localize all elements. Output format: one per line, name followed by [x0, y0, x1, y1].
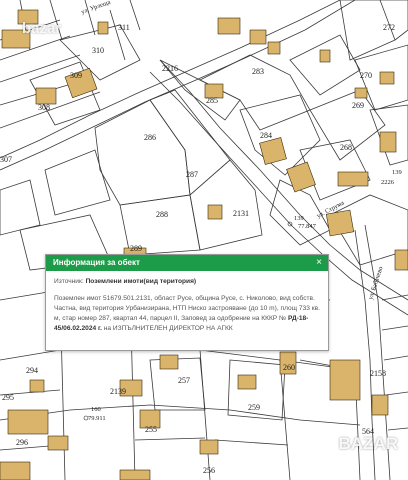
parcel-label: 255 [145, 425, 157, 434]
parcel-label: 268 [340, 143, 352, 152]
popup-header: Информация за обект × [46, 255, 328, 271]
description-suffix: на ИЗПЪЛНИТЕЛЕН ДИРЕКТОР НА АГКК [103, 325, 233, 332]
parcel-label: 2216 [162, 64, 178, 73]
parcel-label: 272 [383, 23, 395, 32]
parcel-label: 284 [260, 131, 272, 140]
parcel-label: 269 [352, 101, 364, 110]
map-parcel-lines [0, 0, 408, 480]
parcel-label: 259 [248, 403, 260, 412]
elevation-label: 79.911 [88, 415, 106, 422]
watermark-logo-bottom: BAZAR [338, 434, 399, 453]
popup-body: Източник: Поземлени имоти(вид територия)… [46, 271, 328, 340]
parcel-label: 288 [156, 210, 168, 219]
parcel-label: 310 [92, 46, 104, 55]
parcel-label: 257 [178, 376, 190, 385]
parcel-label: 256 [203, 466, 215, 475]
map-labels: 272 311 310 309 308 2216 283 270 285 286… [0, 0, 402, 475]
description-text: Поземлен имот 51679.501.2131, област Рус… [54, 295, 320, 322]
elevation-label: 77.847 [298, 223, 317, 230]
parcel-label: 289 [130, 244, 142, 253]
small-label: 160 [91, 406, 101, 413]
small-label: 139 [294, 215, 304, 222]
popup-description: Поземлен имот 51679.501.2131, област Рус… [54, 294, 320, 334]
parcel-label: 2226 [381, 179, 395, 186]
parcel-label: 286 [144, 133, 156, 142]
object-info-popup: Информация за обект × Източник: Поземлен… [45, 254, 329, 351]
parcel-label: 309 [70, 71, 82, 80]
close-icon[interactable]: × [316, 255, 322, 271]
parcel-label: 283 [252, 67, 264, 76]
street-label: ул. Урлеща [80, 0, 111, 16]
parcel-label: 308 [38, 103, 50, 112]
parcel-label: 285 [206, 96, 218, 105]
watermark-logo: bazar [22, 20, 62, 37]
source-label: Източник: [54, 278, 84, 285]
parcel-label: 2158 [370, 369, 386, 378]
parcel-label: 287 [186, 170, 198, 179]
popup-source: Източник: Поземлени имоти(вид територия) [54, 277, 320, 287]
map-buildings [0, 9, 408, 480]
parcel-label: 294 [26, 366, 38, 375]
parcel-label: 307 [0, 155, 12, 164]
popup-title: Информация за обект [53, 258, 140, 267]
cadastral-map[interactable]: 272 311 310 309 308 2216 283 270 285 286… [0, 0, 408, 480]
parcel-label: 139 [392, 169, 402, 176]
parcel-label: 295 [2, 393, 14, 402]
parcel-label: 2139 [110, 387, 126, 396]
source-value: Поземлени имоти(вид територия) [85, 278, 197, 285]
parcel-label: 270 [360, 71, 372, 80]
parcel-label: 260 [283, 363, 295, 372]
parcel-label: 296 [16, 438, 28, 447]
parcel-label: 2131 [233, 209, 249, 218]
parcel-label: 311 [118, 23, 130, 32]
